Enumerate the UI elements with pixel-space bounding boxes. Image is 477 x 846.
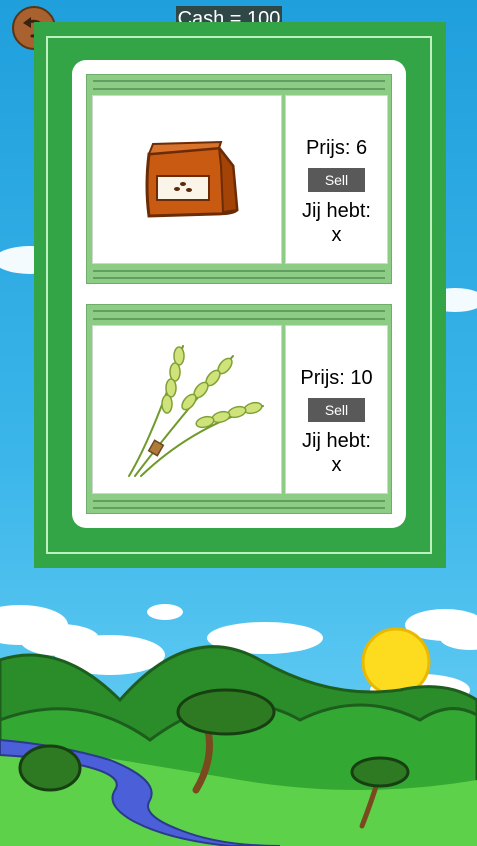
- sun: [361, 627, 431, 697]
- wheat-icon: [128, 345, 264, 477]
- item-info-box: Prijs: 10 Sell Jij hebt: x: [285, 325, 388, 494]
- owned-label: Jij hebt:: [302, 430, 371, 452]
- shop-item-seeds: Prijs: 6 Sell Jij hebt: x: [86, 74, 392, 284]
- panel-stripe: [93, 80, 385, 82]
- shop-item-wheat: Prijs: 10 Sell Jij hebt: x: [86, 304, 392, 514]
- item-image-box: [92, 95, 282, 264]
- panel-stripe: [93, 310, 385, 312]
- price-label: Prijs: 10: [300, 367, 373, 389]
- seed-bag-icon: [145, 140, 239, 218]
- panel-stripe: [93, 270, 385, 272]
- bush: [18, 744, 82, 792]
- owned-value: x: [331, 454, 342, 476]
- panel-stripe: [93, 507, 385, 509]
- panel-stripe: [93, 318, 385, 320]
- owned-label: Jij hebt:: [302, 200, 371, 222]
- item-image-box: [92, 325, 282, 494]
- panel-stripe: [93, 277, 385, 279]
- owned-value: x: [331, 224, 342, 246]
- panel-stripe: [93, 88, 385, 90]
- sell-button[interactable]: Sell: [308, 168, 365, 192]
- item-info-box: Prijs: 6 Sell Jij hebt: x: [285, 95, 388, 264]
- panel-stripe: [93, 500, 385, 502]
- sell-button[interactable]: Sell: [308, 398, 365, 422]
- price-label: Prijs: 6: [305, 137, 368, 159]
